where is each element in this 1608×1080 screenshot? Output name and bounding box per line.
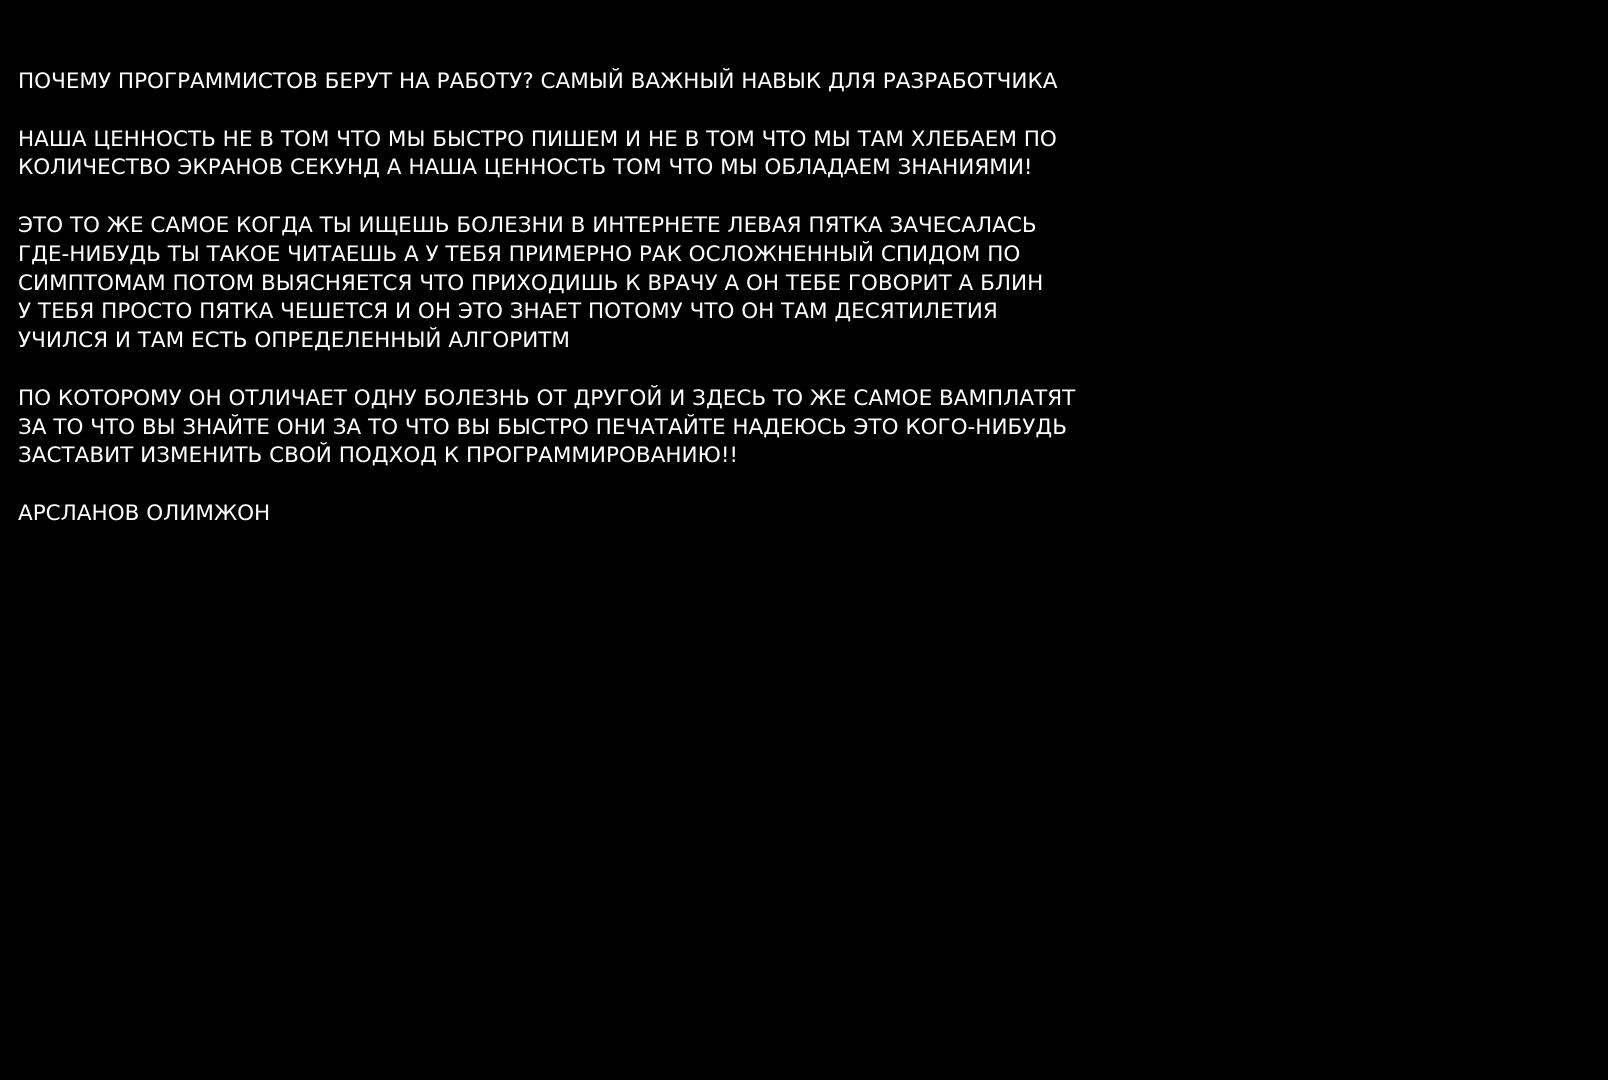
document-text: ПОЧЕМУ ПРОГРАММИСТОВ БЕРУТ НА РАБОТУ? СА… [18, 68, 1578, 529]
paragraph-line: У ТЕБЯ ПРОСТО ПЯТКА ЧЕШЕТСЯ И ОН ЭТО ЗНА… [18, 299, 998, 325]
paragraph-line: ЗАСТАВИТ ИЗМЕНИТЬ СВОЙ ПОДХОД К ПРОГРАММ… [18, 443, 739, 469]
author-signature: АРСЛАНОВ ОЛИМЖОН [18, 500, 271, 526]
paragraph-line: ГДЕ-НИБУДЬ ТЫ ТАКОЕ ЧИТАЕШЬ А У ТЕБЯ ПРИ… [18, 241, 1021, 267]
paragraph-1: НАША ЦЕННОСТЬ НЕ В ТОМ ЧТО МЫ БЫСТРО ПИШ… [18, 126, 1578, 184]
paragraph-line: КОЛИЧЕСТВО ЭКРАНОВ СЕКУНД А НАША ЦЕННОСТ… [18, 155, 1033, 181]
document-page: ПОЧЕМУ ПРОГРАММИСТОВ БЕРУТ НА РАБОТУ? СА… [0, 0, 1608, 1080]
paragraph-line: ЭТО ТО ЖЕ САМОЕ КОГДА ТЫ ИЩЕШЬ БОЛЕЗНИ В… [18, 212, 1037, 238]
paragraph-line: НАША ЦЕННОСТЬ НЕ В ТОМ ЧТО МЫ БЫСТРО ПИШ… [18, 126, 1057, 152]
paragraph-2: ЭТО ТО ЖЕ САМОЕ КОГДА ТЫ ИЩЕШЬ БОЛЕЗНИ В… [18, 212, 1578, 356]
paragraph-line: СИМПТОМАМ ПОТОМ ВЫЯСНЯЕТСЯ ЧТО ПРИХОДИШЬ… [18, 270, 1044, 296]
document-title: ПОЧЕМУ ПРОГРАММИСТОВ БЕРУТ НА РАБОТУ? СА… [18, 69, 1058, 94]
paragraph-line: ПО КОТОРОМУ ОН ОТЛИЧАЕТ ОДНУ БОЛЕЗНЬ ОТ … [18, 385, 1076, 411]
paragraph-line: УЧИЛСЯ И ТАМ ЕСТЬ ОПРЕДЕЛЕННЫЙ АЛГОРИТМ [18, 328, 570, 354]
paragraph-line: ЗА ТО ЧТО ВЫ ЗНАЙТЕ ОНИ ЗА ТО ЧТО ВЫ БЫС… [18, 414, 1067, 440]
paragraph-3: ПО КОТОРОМУ ОН ОТЛИЧАЕТ ОДНУ БОЛЕЗНЬ ОТ … [18, 385, 1578, 471]
